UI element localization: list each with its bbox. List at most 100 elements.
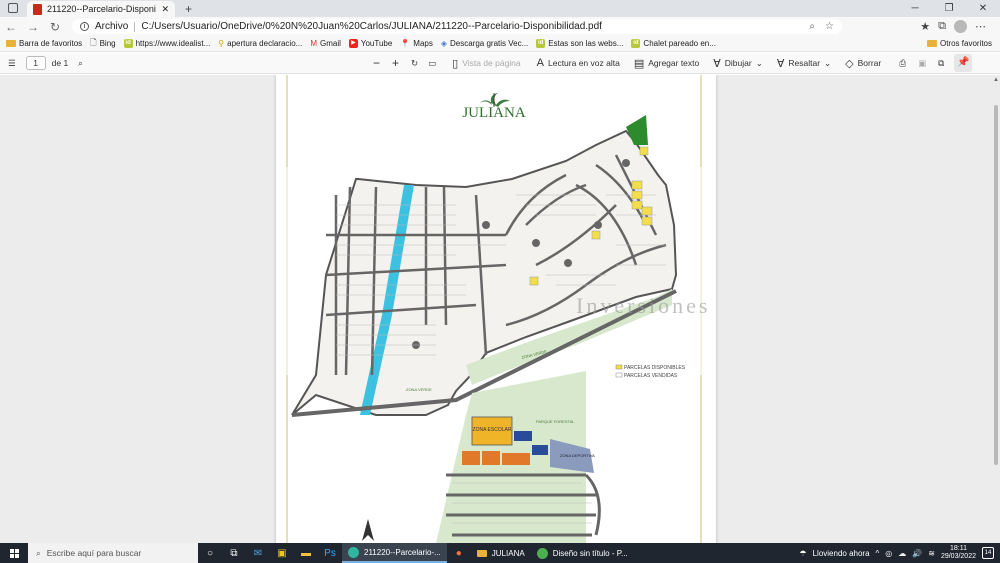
fav-item-youtube[interactable]: ▶ YouTube — [348, 39, 392, 48]
tab-active[interactable]: 211220--Parcelario-Disponibilida ✕ — [27, 1, 175, 17]
scroll-thumb[interactable] — [994, 105, 998, 465]
add-text-button[interactable]: ▤ Agregar texto — [634, 57, 699, 70]
erase-button[interactable]: ◇ Borrar — [845, 57, 881, 70]
clock[interactable]: 18:11 29/03/2022 — [941, 545, 976, 561]
address-bar[interactable]: i Archivo C:/Users/Usuario/OneDrive/0%20… — [72, 19, 842, 34]
fav-item-idealista[interactable]: id https://www.idealist... — [123, 39, 210, 48]
network-icon[interactable]: ◎ — [885, 549, 892, 558]
back-icon[interactable]: ← — [0, 20, 22, 34]
fav-item-barra[interactable]: Barra de favoritos — [6, 39, 82, 48]
taskbar-app-edge[interactable]: 211220--Parcelario-... — [342, 543, 447, 563]
start-button[interactable] — [0, 543, 28, 563]
close-tab-icon[interactable]: ✕ — [161, 4, 169, 15]
url-text[interactable]: C:/Users/Usuario/OneDrive/0%20N%20Juan%2… — [141, 21, 602, 32]
more-menu-icon[interactable]: ⋯ — [975, 20, 986, 33]
cul-de-sac — [622, 159, 630, 167]
store-icon[interactable]: ▣ — [270, 543, 294, 563]
draw-button[interactable]: ∀ Dibujar ⌄ — [713, 57, 763, 70]
page-icon: 🗋 — [90, 37, 97, 47]
chevron-up-icon[interactable]: ^ — [876, 549, 880, 558]
refresh-icon[interactable]: ↻ — [44, 20, 66, 34]
mail-icon[interactable]: ✉ — [246, 543, 270, 563]
zone-sports-label: ZONA DEPORTIVA — [560, 453, 595, 458]
profile-avatar[interactable] — [954, 20, 967, 33]
save-icon[interactable]: ▣ — [918, 58, 926, 69]
zoom-in-icon[interactable]: + — [392, 56, 399, 70]
pdf-icon — [33, 3, 42, 15]
vecteezy-icon: ◈ — [440, 39, 447, 48]
blue-facility — [514, 431, 532, 441]
search-placeholder: Escribe aquí para buscar — [46, 548, 142, 558]
taskbar-app-folder[interactable]: JULIANA — [471, 543, 531, 563]
highlight-button[interactable]: ∀ Resaltar ⌄ — [777, 57, 831, 70]
favorites-icon[interactable]: ★ — [920, 20, 930, 33]
contents-icon[interactable]: ☰ — [8, 58, 16, 69]
scroll-up-icon[interactable]: ▲ — [993, 77, 999, 83]
firefox-icon[interactable]: ● — [447, 543, 471, 563]
wifi-icon[interactable]: ≋ — [928, 549, 935, 558]
info-icon[interactable]: i — [80, 22, 89, 31]
print-icon[interactable]: ⎙ — [899, 58, 906, 69]
pdf-viewer[interactable]: JULIANA ZONA VERDE ZONA VERDE PARCELAS D… — [0, 75, 1000, 543]
volume-icon[interactable]: 🔊 — [912, 549, 922, 558]
pdf-page: JULIANA ZONA VERDE ZONA VERDE PARCELAS D… — [261, 75, 739, 543]
fav-label: Chalet pareado en... — [643, 39, 716, 48]
fav-label: Bing — [99, 39, 116, 48]
forward-icon[interactable]: → — [22, 20, 44, 34]
weather-icon[interactable]: ☂ — [799, 549, 806, 558]
pin-toolbar-icon[interactable]: 📌 — [954, 54, 973, 72]
fav-item-vecteezy[interactable]: ◈ Descarga gratis Vec... — [441, 39, 528, 48]
divider — [134, 21, 136, 32]
zone-forest-label: PARQUE FORESTAL — [536, 419, 575, 424]
navigation-bar: ← → ↻ i Archivo C:/Users/Usuario/OneDriv… — [0, 17, 1000, 36]
task-view-icon[interactable]: ⧉ — [222, 543, 246, 563]
taskbar-app-chrome[interactable]: Diseño sin título - P... — [531, 543, 634, 563]
notifications-icon[interactable]: 14 — [982, 547, 994, 559]
fav-item-gmail[interactable]: M Gmail — [310, 39, 341, 48]
taskbar-search[interactable]: ⌕ Escribe aquí para buscar — [28, 543, 198, 563]
zone-school-label: ZONA ESCOLAR — [473, 427, 512, 433]
tab-actions-icon[interactable] — [8, 3, 18, 13]
rotate-icon[interactable]: ↻ — [411, 58, 418, 69]
new-tab-button[interactable]: + — [185, 1, 192, 17]
photoshop-icon[interactable]: Ps — [318, 543, 342, 563]
file-explorer-icon[interactable]: ▬ — [294, 543, 318, 563]
fav-item-maps[interactable]: 📍 Maps — [400, 39, 433, 48]
fav-item-chalet[interactable]: id Chalet pareado en... — [631, 39, 716, 48]
watermark-text: Inversiones — [576, 293, 710, 318]
orange-facility — [462, 451, 480, 465]
save-as-icon[interactable]: ⧉ — [938, 58, 944, 69]
weather-label[interactable]: Lloviendo ahora — [813, 549, 870, 558]
legend-sold-swatch — [615, 372, 623, 378]
fit-page-icon[interactable]: ▭ — [428, 58, 436, 69]
read-aloud-button[interactable]: A Lectura en voz alta — [537, 57, 620, 69]
draw-icon: ∀ — [713, 57, 721, 70]
fav-label: Descarga gratis Vec... — [450, 39, 529, 48]
page-number-input[interactable]: 1 — [25, 56, 46, 70]
fav-item-bing[interactable]: 🗋 Bing — [90, 37, 115, 51]
fav-other-favorites[interactable]: Otros favoritos — [926, 39, 1000, 48]
highlight-icon: ∀ — [776, 57, 785, 70]
gmail-icon: M — [310, 39, 317, 48]
minimize-button[interactable]: ─ — [898, 0, 932, 17]
vertical-scrollbar[interactable]: ▲ — [992, 75, 1000, 543]
zoom-out-icon[interactable]: − — [373, 56, 380, 70]
fav-label: Gmail — [319, 39, 341, 48]
legend-sold-label: PARCELAS VENDIDAS — [624, 373, 678, 379]
idealista-icon: id — [631, 39, 641, 48]
search-icon[interactable]: ⌕ — [78, 58, 83, 69]
zoom-icon[interactable]: ⌕ — [809, 21, 815, 32]
chevron-down-icon[interactable]: ⌄ — [824, 58, 831, 69]
add-favorite-icon[interactable]: ☆ — [825, 21, 834, 32]
collections-icon[interactable]: ⧉ — [938, 20, 946, 33]
orange-facility — [502, 453, 530, 465]
cul-de-sac — [532, 239, 540, 247]
chevron-down-icon[interactable]: ⌄ — [756, 58, 763, 69]
close-window-button[interactable]: ✕ — [966, 0, 1000, 17]
maximize-button[interactable]: ❐ — [932, 0, 966, 17]
page-view-button[interactable]: ▯ Vista de página — [452, 57, 521, 70]
cloud-icon[interactable]: ☁ — [898, 549, 906, 558]
fav-item-apertura[interactable]: ⚲ apertura declaracio... — [218, 39, 302, 48]
fav-item-webs[interactable]: id Estas son las webs... — [536, 39, 623, 48]
cortana-icon[interactable]: ○ — [198, 543, 222, 563]
